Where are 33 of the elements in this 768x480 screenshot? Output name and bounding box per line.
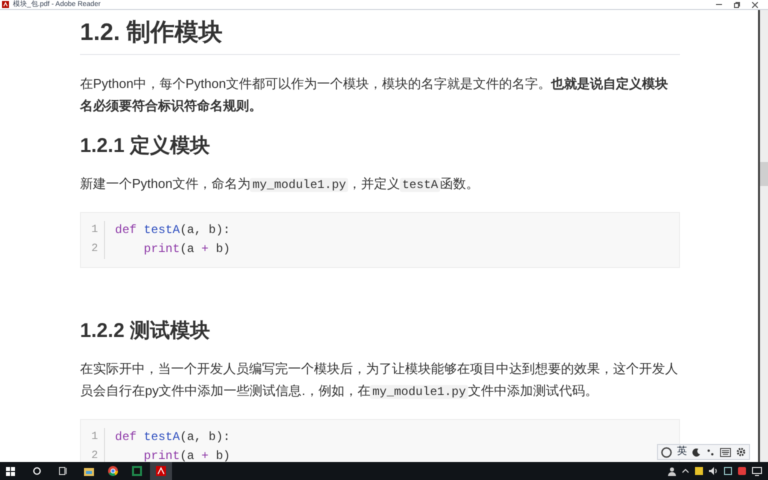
speaker-icon[interactable] — [709, 467, 718, 475]
line-number: 1 — [90, 430, 98, 445]
heading: 1.2.2 测试模块 — [80, 319, 212, 344]
taskbar-active-app[interactable] — [150, 462, 172, 480]
moon-icon[interactable] — [692, 448, 701, 456]
restore-icon[interactable] — [734, 2, 740, 8]
pdf-icon — [156, 466, 166, 476]
person-icon[interactable] — [668, 466, 676, 476]
paragraph: 在Python中，每个Python文件都可以作为一个模块，模块的名字就是文件的名字。也就是说自定义模块名必须要符合标识符命名规则。 — [80, 75, 669, 115]
paragraph: 新建一个Python文件，命名为 my_module1.py，并定义 testA 函数。 — [80, 175, 480, 194]
heading: 1.2.1 定义模块 — [80, 134, 212, 159]
line-number: 2 — [90, 242, 98, 257]
browser-icon[interactable] — [108, 466, 118, 476]
chevron-up-icon[interactable] — [682, 469, 689, 473]
code-line: print(a + b) — [142, 448, 230, 462]
windows-icon[interactable] — [6, 466, 15, 476]
code-line: print(a + b) — [142, 241, 230, 258]
close-icon[interactable] — [752, 2, 758, 8]
settings-icon[interactable] — [736, 447, 746, 457]
heading: 1.2. 制作模块 — [80, 10, 680, 55]
folder-icon[interactable] — [84, 466, 94, 476]
search-icon[interactable] — [33, 467, 41, 475]
scrollbar[interactable] — [760, 10, 768, 462]
scrollbar-thumb[interactable] — [760, 162, 768, 186]
paragraph: 在实际开中，当一个开发人员编写完一个模块后，为了让模块能够在项目中达到想要的效果，这个开发人员会自行在py文件中添加一些测试信息.，例如，在 my_module1.py 文件中添加测试代码。 — [80, 360, 679, 401]
line-number: 2 — [90, 449, 98, 462]
line-number: 1 — [90, 223, 98, 238]
circle-icon[interactable] — [661, 446, 672, 458]
app-icon[interactable] — [132, 466, 142, 476]
input-mode-button[interactable]: 英 — [677, 446, 687, 458]
code-line: def testA(a, b): — [115, 429, 230, 446]
task-view-icon[interactable] — [59, 467, 68, 475]
code-line: def testA(a, b): — [115, 222, 230, 239]
